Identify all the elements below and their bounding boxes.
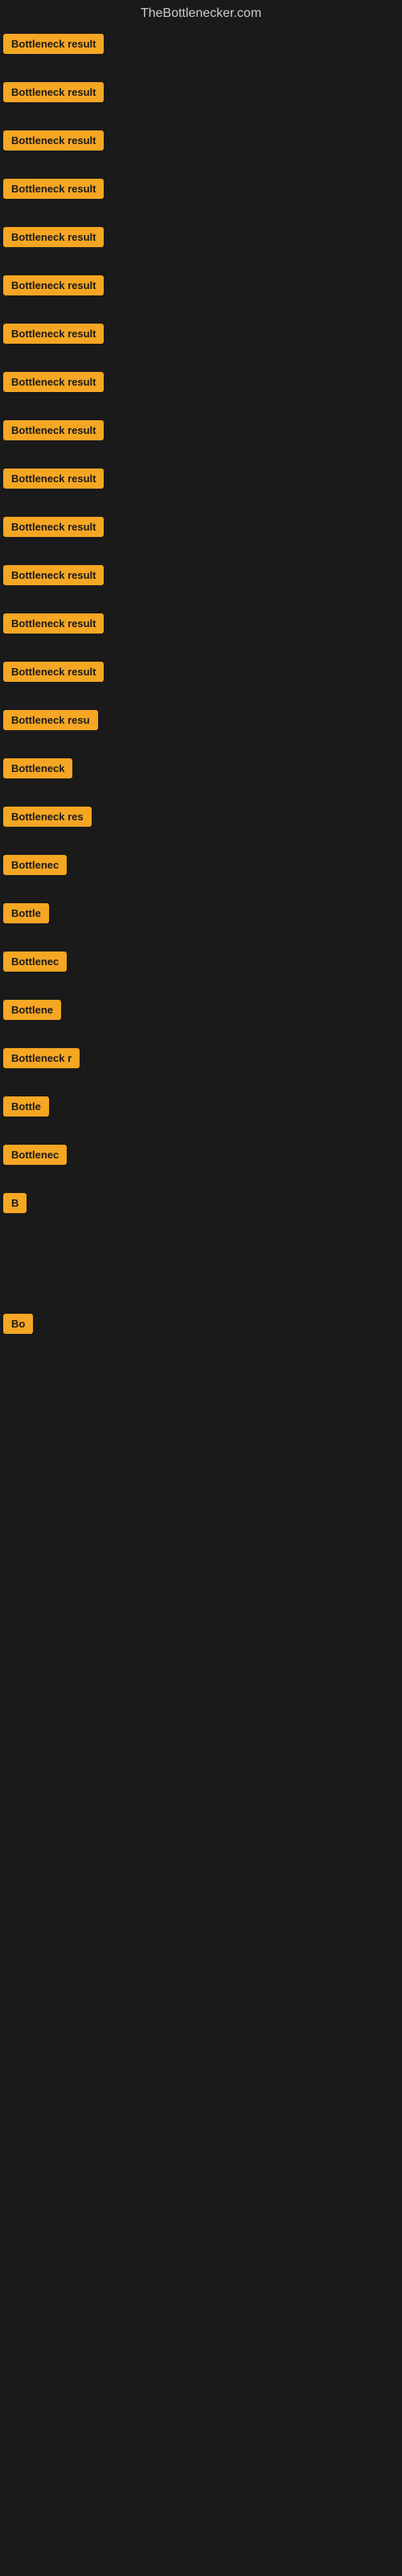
list-item: Bottleneck result [0,464,402,512]
list-item: Bottleneck result [0,415,402,464]
bottleneck-badge[interactable]: Bottlenec [3,855,67,875]
list-item: Bottleneck result [0,126,402,174]
bottleneck-badge[interactable]: Bottleneck result [3,130,104,151]
list-item: Bottlenec [0,1140,402,1188]
list-item: Bottleneck res [0,802,402,850]
bottleneck-badge[interactable]: Bottle [3,1096,49,1117]
bottleneck-badge[interactable]: B [3,1193,27,1213]
list-item: Bottlenec [0,850,402,898]
list-item: Bottleneck result [0,319,402,367]
list-item: Bottleneck result [0,77,402,126]
list-item [0,1357,402,1381]
bottleneck-badge[interactable]: Bo [3,1314,33,1334]
site-title: TheBottlenecker.com [0,0,402,29]
list-item: Bottleneck result [0,270,402,319]
site-title-container: TheBottlenecker.com [0,0,402,29]
bottleneck-badge[interactable]: Bottlene [3,1000,61,1020]
list-item: Bottleneck result [0,29,402,77]
list-item: Bottleneck r [0,1043,402,1092]
bottleneck-badge[interactable]: Bottleneck r [3,1048,80,1068]
list-item: Bottleneck [0,753,402,802]
items-list: Bottleneck result Bottleneck result Bottle… [0,29,402,1430]
list-item: Bottleneck result [0,174,402,222]
bottleneck-badge[interactable]: Bottleneck result [3,324,104,344]
bottleneck-badge[interactable]: Bottle [3,903,49,923]
list-item: Bottle [0,898,402,947]
list-item: Bottleneck result [0,609,402,657]
list-item [0,1285,402,1309]
bottleneck-badge[interactable]: Bottleneck [3,758,72,778]
bottleneck-badge[interactable]: Bottleneck resu [3,710,98,730]
bottleneck-badge[interactable]: Bottleneck res [3,807,92,827]
bottleneck-badge[interactable]: Bottleneck result [3,179,104,199]
list-item: Bottleneck result [0,657,402,705]
list-item: Bottleneck result [0,222,402,270]
bottleneck-badge[interactable]: Bottleneck result [3,82,104,102]
list-item [0,1261,402,1285]
list-item: Bottlene [0,995,402,1043]
bottleneck-badge[interactable]: Bottleneck result [3,275,104,295]
list-item: Bottleneck result [0,512,402,560]
list-item: B [0,1188,402,1236]
bottleneck-badge[interactable]: Bottlenec [3,1145,67,1165]
list-item: Bottleneck result [0,367,402,415]
list-item: Bottlenec [0,947,402,995]
bottleneck-badge[interactable]: Bottleneck result [3,517,104,537]
bottleneck-badge[interactable]: Bottleneck result [3,34,104,54]
list-item [0,1236,402,1261]
list-item: Bo [0,1309,402,1357]
bottleneck-badge[interactable]: Bottlenec [3,952,67,972]
bottleneck-badge[interactable]: Bottleneck result [3,613,104,634]
bottleneck-badge[interactable]: Bottleneck result [3,565,104,585]
list-item [0,1406,402,1430]
bottleneck-badge[interactable]: Bottleneck result [3,662,104,682]
bottleneck-badge[interactable]: Bottleneck result [3,420,104,440]
list-item: Bottleneck resu [0,705,402,753]
list-item: Bottle [0,1092,402,1140]
bottleneck-badge[interactable]: Bottleneck result [3,227,104,247]
bottleneck-badge[interactable]: Bottleneck result [3,469,104,489]
bottleneck-badge[interactable]: Bottleneck result [3,372,104,392]
list-item: Bottleneck result [0,560,402,609]
list-item [0,1381,402,1406]
